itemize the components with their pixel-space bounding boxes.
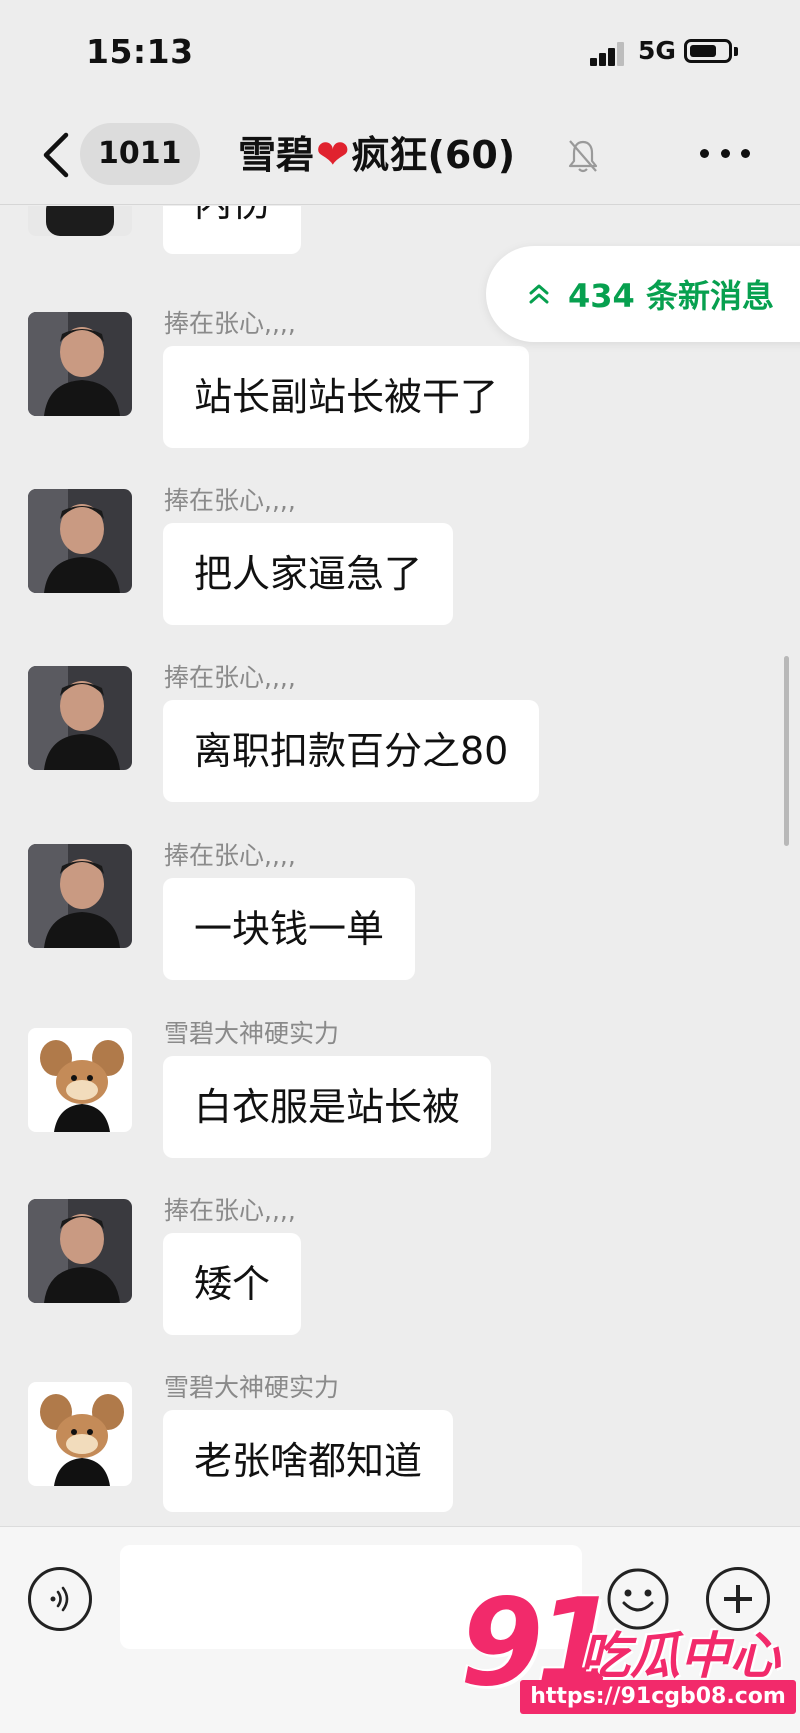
dot bbox=[720, 149, 730, 158]
network-type: 5G bbox=[638, 36, 676, 65]
sender-name: 雪碧大神硬实力 bbox=[164, 1373, 340, 1402]
unread-count-badge[interactable]: 1011 bbox=[80, 123, 200, 185]
message-bubble[interactable]: 矮个 bbox=[163, 1233, 302, 1335]
chat-title-left: 雪碧 bbox=[238, 133, 315, 177]
avatar[interactable] bbox=[28, 666, 132, 770]
message-bubble[interactable]: 把人家逼急了 bbox=[163, 523, 454, 625]
message-bubble[interactable]: 一块钱一单 bbox=[163, 878, 416, 980]
new-messages-label: 434 条新消息 bbox=[568, 277, 774, 315]
sender-name: 捧在张心,,,, bbox=[164, 1196, 296, 1225]
battery-cap bbox=[734, 47, 738, 56]
scrollbar[interactable] bbox=[784, 656, 789, 846]
avatar[interactable] bbox=[28, 206, 132, 236]
message-bubble[interactable]: 离职扣款百分之80 bbox=[163, 700, 540, 802]
watermark-name: 吃瓜中心 bbox=[580, 1627, 780, 1685]
signal-icon bbox=[590, 40, 634, 66]
watermark: 91 吃瓜中心 https://91cgb08.com bbox=[460, 1574, 800, 1730]
heart-icon: ❤ bbox=[316, 132, 350, 178]
avatar[interactable] bbox=[28, 844, 132, 948]
chat-header: 1011 雪碧 ❤ 疯狂(60) bbox=[0, 105, 800, 205]
more-options-button[interactable] bbox=[700, 149, 750, 161]
avatar[interactable] bbox=[28, 1028, 132, 1132]
voice-icon bbox=[50, 1586, 69, 1612]
sender-name: 雪碧大神硬实力 bbox=[164, 1019, 340, 1048]
sender-name: 捧在张心,,,, bbox=[164, 663, 296, 692]
status-bar: 15:13 5G bbox=[0, 0, 800, 105]
message-bubble[interactable]: 老张啥都知道 bbox=[163, 1410, 454, 1512]
chevron-left-icon bbox=[43, 132, 69, 178]
message-list[interactable]: 内伤 捧在张心,,,, 站长副站长被干了 捧在张心,,,, 把人家逼急了 捧在张… bbox=[0, 206, 800, 1526]
chat-title-right: 疯狂(60) bbox=[351, 133, 516, 177]
sender-name: 捧在张心,,,, bbox=[164, 841, 296, 870]
avatar[interactable] bbox=[28, 1199, 132, 1303]
bell-muted-icon bbox=[568, 140, 598, 173]
message-bubble[interactable]: 站长副站长被干了 bbox=[163, 346, 530, 448]
avatar[interactable] bbox=[28, 1382, 132, 1486]
avatar[interactable] bbox=[28, 489, 132, 593]
watermark-url: https://91cgb08.com bbox=[520, 1680, 796, 1714]
double-chevron-up-icon bbox=[529, 284, 549, 304]
dot bbox=[700, 149, 709, 158]
message-bubble[interactable]: 内伤 bbox=[163, 206, 302, 254]
avatar[interactable] bbox=[28, 312, 132, 416]
sender-name: 捧在张心,,,, bbox=[164, 309, 296, 338]
sender-name: 捧在张心,,,, bbox=[164, 486, 296, 515]
voice-button[interactable] bbox=[28, 1567, 92, 1631]
status-time: 15:13 bbox=[86, 32, 194, 71]
new-messages-button[interactable]: 434 条新消息 bbox=[486, 246, 800, 342]
battery-icon bbox=[684, 39, 732, 63]
dot bbox=[741, 149, 750, 158]
chat-title[interactable]: 雪碧 ❤ 疯狂(60) bbox=[238, 127, 515, 183]
message-bubble[interactable]: 白衣服是站长被 bbox=[163, 1056, 492, 1158]
back-button[interactable] bbox=[34, 125, 78, 185]
